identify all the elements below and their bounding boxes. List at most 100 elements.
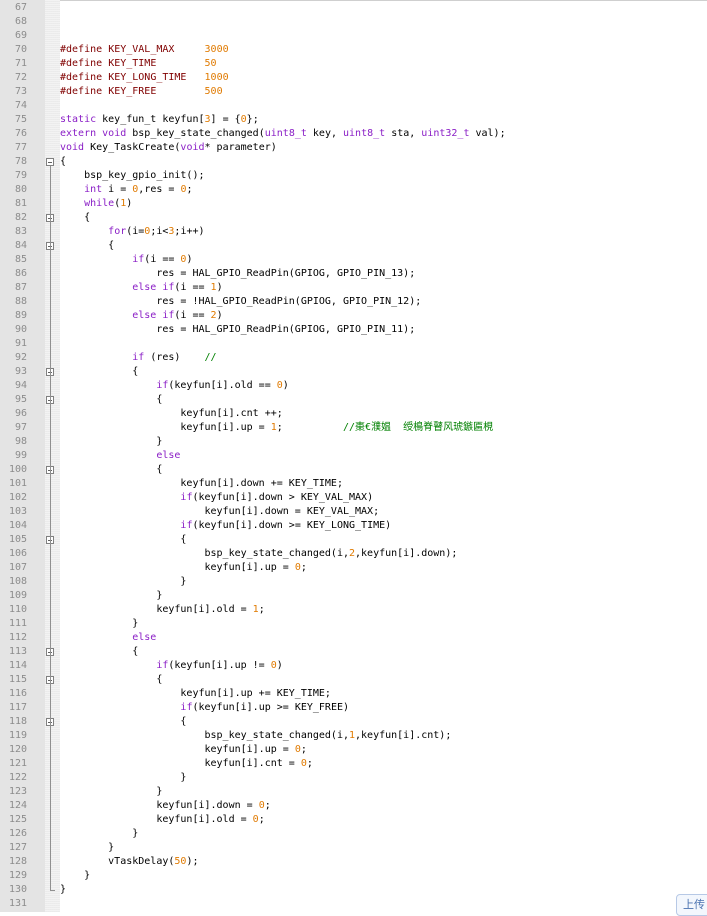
code-line[interactable]: 125 keyfun[i].old = 0; [0, 813, 707, 827]
code-line[interactable]: 117 if(keyfun[i].up >= KEY_FREE) [0, 701, 707, 715]
code-text[interactable]: keyfun[i].down = KEY_VAL_MAX; [60, 505, 379, 519]
code-text[interactable]: #define KEY_TIME 50 [60, 57, 217, 71]
code-text[interactable]: bsp_key_state_changed(i,1,keyfun[i].cnt)… [60, 729, 451, 743]
code-text[interactable]: } [60, 617, 138, 631]
code-text[interactable]: static key_fun_t keyfun[3] = {0}; [60, 113, 259, 127]
code-text[interactable]: keyfun[i].up = 0; [60, 743, 306, 757]
code-line[interactable]: 122 } [0, 771, 707, 785]
code-text[interactable]: { [60, 715, 186, 729]
code-text[interactable]: else [60, 449, 180, 463]
code-line[interactable]: 97 keyfun[i].up = 1; //棗€濮媪 绶樢脊瞽风琥鏃匾梘 [0, 421, 707, 435]
code-line[interactable]: 89 else if(i == 2) [0, 309, 707, 323]
code-line[interactable]: 69 [0, 29, 707, 43]
code-text[interactable]: { [60, 463, 162, 477]
code-text[interactable]: { [60, 211, 90, 225]
code-line[interactable]: 114 if(keyfun[i].up != 0) [0, 659, 707, 673]
code-text[interactable]: if(keyfun[i].up >= KEY_FREE) [60, 701, 349, 715]
code-editor[interactable]: 67 68 69 70 #define KEY_VAL_MAX 3000 71 #defin… [0, 0, 707, 916]
code-text[interactable]: #define KEY_VAL_MAX 3000 [60, 43, 229, 57]
code-text[interactable]: else [60, 631, 156, 645]
code-line[interactable]: 78 { [0, 155, 707, 169]
code-line[interactable]: 104 if(keyfun[i].down >= KEY_LONG_TIME) [0, 519, 707, 533]
code-text[interactable]: res = HAL_GPIO_ReadPin(GPIOG, GPIO_PIN_1… [60, 267, 415, 281]
code-text[interactable]: keyfun[i].old = 0; [60, 813, 264, 827]
code-text[interactable]: keyfun[i].cnt = 0; [60, 757, 312, 771]
code-text[interactable]: vTaskDelay(50); [60, 855, 198, 869]
code-line[interactable]: 72 #define KEY_LONG_TIME 1000 [0, 71, 707, 85]
code-text[interactable]: { [60, 393, 162, 407]
code-line[interactable]: 90 res = HAL_GPIO_ReadPin(GPIOG, GPIO_PI… [0, 323, 707, 337]
code-text[interactable]: bsp_key_state_changed(i,2,keyfun[i].down… [60, 547, 457, 561]
code-line[interactable]: 93 { [0, 365, 707, 379]
code-line[interactable]: 86 res = HAL_GPIO_ReadPin(GPIOG, GPIO_PI… [0, 267, 707, 281]
code-text[interactable]: if(i == 0) [60, 253, 192, 267]
code-line[interactable]: 83 for(i=0;i<3;i++) [0, 225, 707, 239]
code-line[interactable]: 130} [0, 883, 707, 897]
code-line[interactable]: 106 bsp_key_state_changed(i,2,keyfun[i].… [0, 547, 707, 561]
code-text[interactable]: } [60, 575, 186, 589]
code-text[interactable]: } [60, 883, 66, 897]
code-text[interactable]: res = !HAL_GPIO_ReadPin(GPIOG, GPIO_PIN_… [60, 295, 421, 309]
code-line[interactable]: 129 } [0, 869, 707, 883]
code-line[interactable]: 126 } [0, 827, 707, 841]
code-text[interactable]: bsp_key_gpio_init(); [60, 169, 204, 183]
code-line[interactable]: 131 [0, 897, 707, 911]
code-line[interactable]: 128 vTaskDelay(50); [0, 855, 707, 869]
code-line[interactable]: 75 static key_fun_t keyfun[3] = {0}; [0, 113, 707, 127]
code-text[interactable]: keyfun[i].up = 1; //棗€濮媪 绶樢脊瞽风琥鏃匾梘 [60, 421, 493, 435]
upload-tab[interactable]: 上传 [676, 894, 707, 916]
code-line[interactable]: 124 keyfun[i].down = 0; [0, 799, 707, 813]
code-text[interactable]: { [60, 533, 186, 547]
code-line[interactable]: 119 bsp_key_state_changed(i,1,keyfun[i].… [0, 729, 707, 743]
code-line[interactable]: 100 { [0, 463, 707, 477]
code-line[interactable]: 121 keyfun[i].cnt = 0; [0, 757, 707, 771]
code-text[interactable]: for(i=0;i<3;i++) [60, 225, 204, 239]
code-line[interactable]: 101 keyfun[i].down += KEY_TIME; [0, 477, 707, 491]
code-line[interactable]: 102 if(keyfun[i].down > KEY_VAL_MAX) [0, 491, 707, 505]
code-line[interactable]: 70 #define KEY_VAL_MAX 3000 [0, 43, 707, 57]
code-line[interactable]: 118 { [0, 715, 707, 729]
code-text[interactable]: keyfun[i].down += KEY_TIME; [60, 477, 343, 491]
code-line[interactable]: 73 #define KEY_FREE 500 [0, 85, 707, 99]
code-text[interactable]: int i = 0,res = 0; [60, 183, 192, 197]
code-line[interactable]: 82 { [0, 211, 707, 225]
code-text[interactable]: { [60, 239, 114, 253]
code-line[interactable]: 107 keyfun[i].up = 0; [0, 561, 707, 575]
code-line[interactable]: 67 [0, 1, 707, 15]
code-line[interactable]: 127 } [0, 841, 707, 855]
code-line[interactable]: 95 { [0, 393, 707, 407]
code-line[interactable]: 113 { [0, 645, 707, 659]
code-line[interactable]: 74 [0, 99, 707, 113]
code-text[interactable]: keyfun[i].old = 1; [60, 603, 264, 617]
code-text[interactable]: } [60, 771, 186, 785]
code-text[interactable]: } [60, 827, 138, 841]
code-text[interactable]: } [60, 785, 162, 799]
code-line[interactable]: 111 } [0, 617, 707, 631]
code-line[interactable]: 103 keyfun[i].down = KEY_VAL_MAX; [0, 505, 707, 519]
code-text[interactable]: } [60, 869, 90, 883]
code-line[interactable]: 71 #define KEY_TIME 50 [0, 57, 707, 71]
code-text[interactable]: if(keyfun[i].old == 0) [60, 379, 288, 393]
code-text[interactable]: else if(i == 2) [60, 309, 222, 323]
code-text[interactable]: keyfun[i].up += KEY_TIME; [60, 687, 331, 701]
code-text[interactable]: keyfun[i].up = 0; [60, 561, 306, 575]
code-text[interactable]: #define KEY_FREE 500 [60, 85, 223, 99]
code-line[interactable]: 110 keyfun[i].old = 1; [0, 603, 707, 617]
code-line[interactable]: 94 if(keyfun[i].old == 0) [0, 379, 707, 393]
code-line[interactable]: 109 } [0, 589, 707, 603]
code-line[interactable]: 115 { [0, 673, 707, 687]
code-text[interactable]: } [60, 435, 162, 449]
code-text[interactable]: while(1) [60, 197, 132, 211]
code-line[interactable]: 92 if (res) // [0, 351, 707, 365]
code-text[interactable]: else if(i == 1) [60, 281, 222, 295]
code-line[interactable]: 99 else [0, 449, 707, 463]
code-line[interactable]: 123 } [0, 785, 707, 799]
code-text[interactable]: } [60, 589, 162, 603]
code-text[interactable]: { [60, 645, 138, 659]
code-text[interactable]: extern void bsp_key_state_changed(uint8_… [60, 127, 506, 141]
code-line[interactable]: 96 keyfun[i].cnt ++; [0, 407, 707, 421]
code-text[interactable]: keyfun[i].down = 0; [60, 799, 270, 813]
code-text[interactable]: if (res) // [60, 351, 216, 365]
code-text[interactable]: keyfun[i].cnt ++; [60, 407, 282, 421]
fold-toggle-icon[interactable] [46, 158, 54, 166]
